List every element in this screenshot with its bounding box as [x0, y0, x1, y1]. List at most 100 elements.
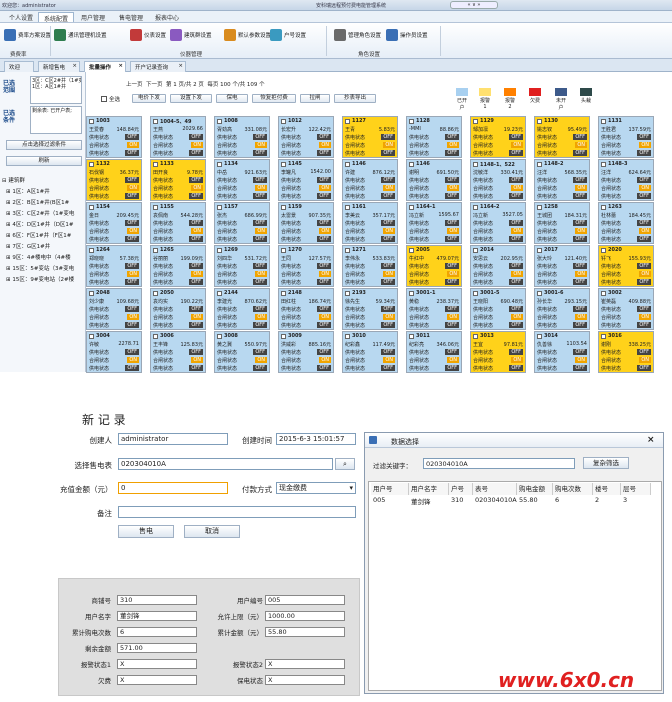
card-checkbox[interactable] — [153, 204, 158, 210]
card-checkbox[interactable] — [89, 290, 94, 296]
card-checkbox[interactable] — [409, 290, 414, 296]
meter-card[interactable]: 3001-1 黄稳 238.37元 供电状态 OFF 合闸状态 ON 供电状态 OFF — [406, 288, 462, 330]
meter-card[interactable]: 1130 姚志钗 95.49元 供电状态 OFF 合闸状态 ON 供电状态 OFF — [534, 116, 590, 158]
meter-card[interactable]: 1003 王爱春 148.84元 供电状态 OFF 合闸状态 ON 供电状态 OFF — [86, 116, 142, 158]
card-checkbox[interactable] — [345, 247, 350, 253]
creator-field[interactable]: administrator — [118, 433, 228, 445]
card-checkbox[interactable] — [153, 118, 158, 124]
ribbon-button-4[interactable]: 默认参数设置 — [224, 27, 271, 42]
meter-card[interactable]: 1146 许建 876.12元 供电状态 OFF 合闸状态 ON 供电状态 OFF — [342, 159, 398, 201]
meter-card[interactable]: 1146 谢明 691.50元 供电状态 OFF 合闸状态 ON 供电状态 OFF — [406, 159, 462, 201]
menu-item-2[interactable]: 用户管理 — [76, 12, 110, 22]
card-checkbox[interactable] — [89, 247, 94, 253]
meter-card[interactable]: 2148 田红柱 186.74元 供电状态 OFF 合闸状态 ON 供电状态 OFF — [278, 288, 334, 330]
tree-item-3[interactable]: ⊞ 3区：C区2#井（1#变电 — [6, 209, 88, 217]
meter-card[interactable]: 1164-1 冯立新 1595.67 供电状态 OFF 合闸状态 ON 供电状态 OFF — [406, 202, 462, 244]
close-icon[interactable]: × — [647, 435, 655, 445]
meter-field[interactable]: 020304010A — [118, 458, 333, 470]
card-checkbox[interactable] — [89, 333, 94, 339]
card-checkbox[interactable] — [281, 118, 286, 124]
meter-card[interactable]: 2144 李建光 870.62元 供电状态 OFF 合闸状态 ON 供电状态 OFF — [214, 288, 270, 330]
toolbar-button-2[interactable]: 保电 — [216, 94, 248, 103]
tree-item-9[interactable]: ⊞ 15区：9#变电站（2#楼 — [6, 275, 88, 283]
meter-card[interactable]: 1271 李伟永 533.83元 供电状态 OFF 合闸状态 ON 供电状态 OFF — [342, 245, 398, 287]
card-checkbox[interactable] — [281, 290, 286, 296]
tab-0[interactable]: 欢迎 — [4, 61, 34, 72]
meter-card[interactable]: 1164-2 冯立新 3527.05 供电状态 OFF 合闸状态 ON 供电状态 OFF — [470, 202, 526, 244]
card-checkbox[interactable] — [89, 204, 94, 210]
tab-2[interactable]: 批量操作 × — [84, 61, 126, 72]
card-checkbox[interactable] — [153, 333, 158, 339]
card-checkbox[interactable] — [281, 204, 286, 210]
card-checkbox[interactable] — [345, 204, 350, 210]
card-checkbox[interactable] — [281, 247, 286, 253]
meter-card[interactable]: 2193 徐先生 59.34元 供电状态 OFF 合闸状态 ON 供电状态 OFF — [342, 288, 398, 330]
card-checkbox[interactable] — [473, 333, 478, 339]
meter-card[interactable]: 1132 石伐钢 36.37元 供电状态 OFF 合闸状态 ON 供电状态 OFF — [86, 159, 142, 201]
card-checkbox[interactable] — [473, 161, 478, 167]
card-checkbox[interactable] — [409, 118, 414, 124]
card-checkbox[interactable] — [153, 290, 158, 296]
meter-card[interactable]: 1012 长宏升 122.42元 供电状态 OFF 合闸状态 ON 供电状态 OFF — [278, 116, 334, 158]
select-all-checkbox[interactable] — [101, 96, 107, 102]
meter-card[interactable]: 2017 张大玲 121.40元 供电状态 OFF 合闸状态 ON 供电状态 OFF — [534, 245, 590, 287]
time-field[interactable]: 2015-6-3 15:01:57 — [276, 433, 356, 445]
meter-card[interactable]: 1004-5、49 王燕 2029.66 供电状态 OFF 合闸状态 ON 供电状态 OFF — [150, 116, 206, 158]
card-checkbox[interactable] — [601, 333, 606, 339]
amount-field[interactable]: 0 — [118, 482, 228, 494]
meter-card[interactable]: 1270 王同 127.57元 供电状态 OFF 合闸状态 ON 供电状态 OFF — [278, 245, 334, 287]
meter-card[interactable]: 3004 许敏 2278.71 供电状态 OFF 合闸状态 ON 供电状态 OFF — [86, 331, 142, 373]
menu-item-3[interactable]: 售电管理 — [114, 12, 148, 22]
card-checkbox[interactable] — [409, 161, 414, 167]
card-checkbox[interactable] — [89, 161, 94, 167]
card-checkbox[interactable] — [601, 161, 606, 167]
card-checkbox[interactable] — [601, 290, 606, 296]
tree-item-8[interactable]: ⊞ 15区：5#变站（3#变电 — [6, 264, 88, 272]
ribbon-button-0[interactable]: 费率方案设置 — [4, 27, 51, 42]
meter-card[interactable]: 1134 中岳 921.63元 供电状态 OFF 合闸状态 ON 供电状态 OFF — [214, 159, 270, 201]
menu-item-0[interactable]: 个人设置 — [4, 12, 38, 22]
close-icon[interactable]: × — [72, 63, 77, 69]
card-checkbox[interactable] — [345, 333, 350, 339]
meter-card[interactable]: 3002 崔英磊 409.88元 供电状态 OFF 合闸状态 ON 供电状态 OFF — [598, 288, 654, 330]
card-checkbox[interactable] — [601, 247, 606, 253]
meter-card[interactable]: 3001-6 孙长华 293.15元 供电状态 OFF 合闸状态 ON 供电状态 OFF — [534, 288, 590, 330]
meter-card[interactable]: 1159 太雷景 907.35元 供电状态 OFF 合闸状态 ON 供电状态 OFF — [278, 202, 334, 244]
card-checkbox[interactable] — [473, 290, 478, 296]
ribbon-button-6[interactable]: 管理角色设置 — [334, 27, 381, 42]
refresh-button[interactable]: 刷新 — [6, 156, 82, 166]
meter-card[interactable]: 1129 邹加凛 19.23元 供电状态 OFF 合闸状态 ON 供电状态 OFF — [470, 116, 526, 158]
card-checkbox[interactable] — [537, 290, 542, 296]
meter-card[interactable]: 1269 刘四华 531.72元 供电状态 OFF 合闸状态 ON 供电状态 OFF — [214, 245, 270, 287]
tree-item-5[interactable]: ⊞ 6区：F区1#井（F区1# — [6, 231, 88, 239]
card-checkbox[interactable] — [345, 161, 350, 167]
meter-card[interactable]: 1131 王胜君 137.59元 供电状态 OFF 合闸状态 ON 供电状态 OFF — [598, 116, 654, 158]
filter-input[interactable]: 020304010A — [423, 458, 575, 469]
close-icon[interactable]: × — [118, 63, 123, 69]
card-checkbox[interactable] — [217, 118, 222, 124]
sell-button[interactable]: 售电 — [118, 525, 174, 538]
meter-card[interactable]: 1145 李罐凡 1542.00 供电状态 OFF 合闸状态 ON 供电状态 OFF — [278, 159, 334, 201]
meter-card[interactable]: 1148-2 汪洋 568.35元 供电状态 OFF 合闸状态 ON 供电状态 OFF — [534, 159, 590, 201]
toolbar-button-4[interactable]: 拉闸 — [300, 94, 330, 103]
card-checkbox[interactable] — [153, 247, 158, 253]
meter-card[interactable]: 3008 黄之冀 550.97元 供电状态 OFF 合闸状态 ON 供电状态 OFF — [214, 331, 270, 373]
meter-card[interactable]: 1128 -MMI 88.86元 供电状态 OFF 合闸状态 ON 供电状态 OFF — [406, 116, 462, 158]
ribbon-button-7[interactable]: 操作员设置 — [386, 27, 428, 42]
meter-card[interactable]: 3006 王丰锋 125.83元 供电状态 OFF 合闸状态 ON 供电状态 OFF — [150, 331, 206, 373]
ribbon-button-1[interactable]: 通讯管理机设置 — [54, 27, 107, 42]
ribbon-button-3[interactable]: 建筑群设置 — [170, 27, 212, 42]
window-controls[interactable]: « ∨ » — [450, 1, 498, 9]
card-checkbox[interactable] — [217, 290, 222, 296]
card-checkbox[interactable] — [89, 118, 94, 124]
meter-card[interactable]: 3013 王宜 97.81元 供电状态 OFF 合闸状态 ON 供电状态 OFF — [470, 331, 526, 373]
meter-card[interactable]: 3010 纪彩鑫 117.49元 供电状态 OFF 合闸状态 ON 供电状态 OFF — [342, 331, 398, 373]
meter-card[interactable]: 3009 洪威彩 885.16元 供电状态 OFF 合闸状态 ON 供电状态 OFF — [278, 331, 334, 373]
pager[interactable]: 上一页 下一页 第 1 页/共 2 页 每页 100 个/共 109 个 — [126, 80, 265, 88]
range-box[interactable]: 3区：C区2#井（1#变电：2# 1区：A区1#井 — [30, 76, 82, 104]
card-checkbox[interactable] — [281, 161, 286, 167]
meter-card[interactable]: 3016 谢刚 338.25元 供电状态 OFF 合闸状态 ON 供电状态 OFF — [598, 331, 654, 373]
card-checkbox[interactable] — [537, 161, 542, 167]
toolbar-button-1[interactable]: 设置下发 — [170, 94, 212, 103]
meter-card[interactable]: 1258 王城团 184.31元 供电状态 OFF 合闸状态 ON 供电状态 OFF — [534, 202, 590, 244]
